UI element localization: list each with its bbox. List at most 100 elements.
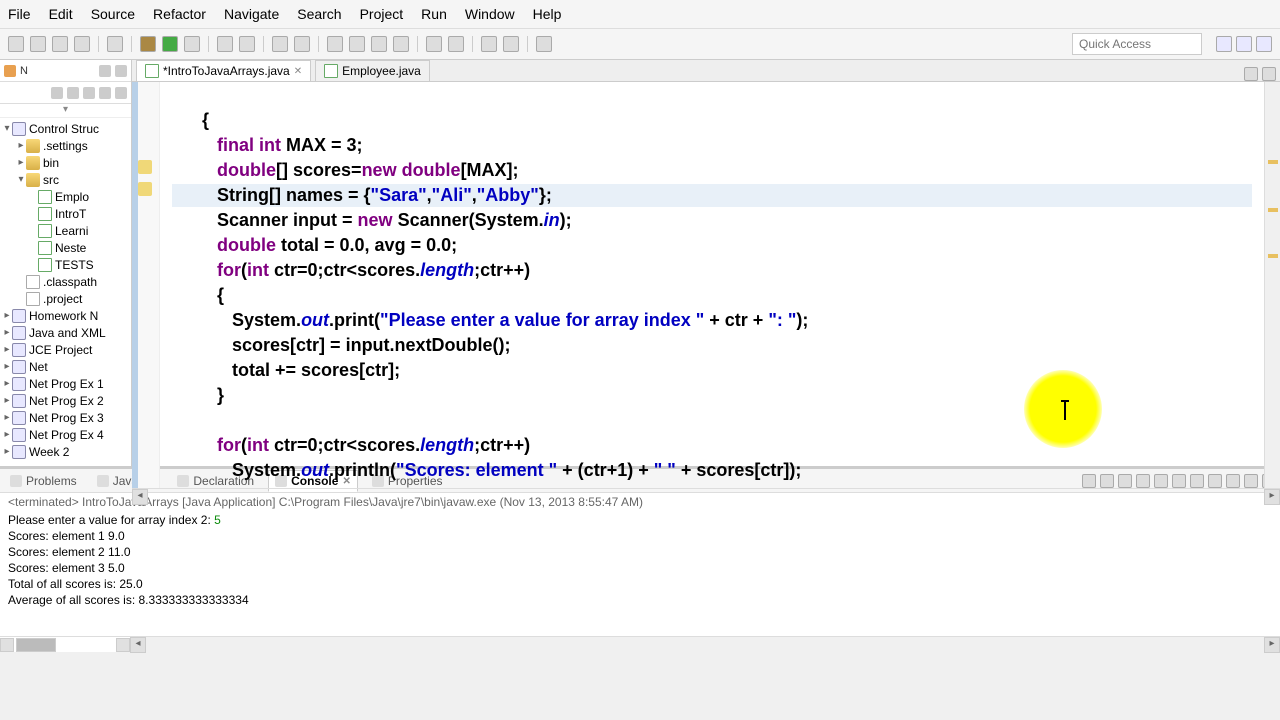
fwd-nav-icon[interactable] [67,87,79,99]
tree-item[interactable]: TESTS [2,256,129,273]
tree-toggle-icon[interactable]: ▸ [16,140,26,151]
tree-item[interactable]: ▸Net Prog Ex 2 [2,392,129,409]
print-icon[interactable] [74,36,90,52]
tree-toggle-icon[interactable]: ▸ [2,361,12,372]
tree-item[interactable]: IntroT [2,205,129,222]
java-icon [38,224,52,238]
tree-item[interactable]: ▸Week 2 [2,443,129,460]
scroll-right-icon[interactable]: ▸ [1264,489,1280,505]
tree-toggle-icon[interactable]: ▸ [2,429,12,440]
project-tree[interactable]: ▾Control Struc▸.settings▸bin▾srcEmploInt… [0,118,131,466]
debug-icon[interactable] [140,36,156,52]
tree-toggle-icon[interactable]: ▸ [2,412,12,423]
tree-item[interactable]: ▸Net Prog Ex 3 [2,409,129,426]
quick-access-input[interactable] [1072,33,1202,55]
navigator-icon[interactable] [4,65,16,77]
scroll-right-icon[interactable] [116,638,130,652]
tree-item[interactable]: ▾Control Struc [2,120,129,137]
view-menu-icon[interactable] [115,87,127,99]
tree-item[interactable]: ▸Homework N [2,307,129,324]
forward-icon[interactable] [503,36,519,52]
tab-problems[interactable]: Problems [4,471,83,491]
scroll-right-icon[interactable]: ▸ [1264,637,1280,653]
tree-item[interactable]: ▸JCE Project [2,341,129,358]
scroll-left-icon[interactable]: ◂ [130,637,146,653]
console-output[interactable]: Please enter a value for array index 2: … [0,511,1280,636]
tree-toggle-icon[interactable]: ▸ [2,327,12,338]
back-icon[interactable] [481,36,497,52]
back-nav-icon[interactable] [51,87,63,99]
save-all-icon[interactable] [52,36,68,52]
prev-annotation-icon[interactable] [448,36,464,52]
code-content[interactable]: { final int MAX = 3; double[] scores=new… [160,82,1264,488]
menu-window[interactable]: Window [465,6,515,22]
collapse-all-icon[interactable] [83,87,95,99]
tree-toggle-icon[interactable]: ▸ [2,344,12,355]
show-whitespace-icon[interactable] [371,36,387,52]
maximize-editor-icon[interactable] [1262,67,1276,81]
pin-icon[interactable] [536,36,552,52]
tree-item[interactable]: .project [2,290,129,307]
tree-item[interactable]: ▾src [2,171,129,188]
menu-edit[interactable]: Edit [49,6,73,22]
tree-item[interactable]: ▸.settings [2,137,129,154]
close-icon[interactable]: ✕ [294,66,302,77]
tab-employee[interactable]: Employee.java [315,60,430,81]
menu-refactor[interactable]: Refactor [153,6,206,22]
tree-toggle-icon[interactable]: ▸ [2,446,12,457]
link-editor-icon[interactable] [99,87,111,99]
tree-item[interactable]: ▸Net [2,358,129,375]
scroll-thumb[interactable] [16,638,56,652]
java-perspective-icon[interactable] [1236,36,1252,52]
run-last-icon[interactable] [184,36,200,52]
tree-item[interactable]: ▸bin [2,154,129,171]
scroll-left-icon[interactable]: ◂ [132,489,148,505]
menu-source[interactable]: Source [91,6,135,22]
toggle-mark-icon[interactable] [327,36,343,52]
tree-toggle-icon[interactable]: ▸ [2,378,12,389]
tab-introtojavaarrays[interactable]: *IntroToJavaArrays.java ✕ [136,60,311,81]
open-type-icon[interactable] [272,36,288,52]
menu-search[interactable]: Search [297,6,341,22]
editor-hscrollbar[interactable]: ◂ ▸ [132,488,1280,489]
dropdown-arrow-icon[interactable]: ▾ [0,104,131,118]
warning-marker-icon[interactable] [138,160,152,174]
debug-perspective-icon[interactable] [1256,36,1272,52]
perspective-switcher [1216,36,1272,52]
toggle-block-icon[interactable] [349,36,365,52]
tree-item[interactable]: ▸Net Prog Ex 4 [2,426,129,443]
overview-ruler[interactable] [1264,82,1280,488]
scroll-left-icon[interactable] [0,638,14,652]
tree-toggle-icon[interactable]: ▸ [16,157,26,168]
tree-item[interactable]: ▸Net Prog Ex 1 [2,375,129,392]
tree-toggle-icon[interactable]: ▾ [2,123,12,134]
maximize-icon[interactable] [115,65,127,77]
menu-navigate[interactable]: Navigate [224,6,279,22]
minimize-icon[interactable] [99,65,111,77]
menu-run[interactable]: Run [421,6,447,22]
menu-file[interactable]: File [8,6,31,22]
new-icon[interactable] [8,36,24,52]
tree-toggle-icon[interactable]: ▾ [16,174,26,185]
tree-toggle-icon[interactable]: ▸ [2,395,12,406]
run-icon[interactable] [162,36,178,52]
next-annotation-icon[interactable] [426,36,442,52]
tree-item[interactable]: Learni [2,222,129,239]
search-icon[interactable] [294,36,310,52]
tree-item[interactable]: Emplo [2,188,129,205]
new-class-icon[interactable] [239,36,255,52]
tree-item[interactable]: .classpath [2,273,129,290]
build-icon[interactable] [107,36,123,52]
open-perspective-icon[interactable] [1216,36,1232,52]
annotation-icon[interactable] [393,36,409,52]
tree-item[interactable]: Neste [2,239,129,256]
tree-toggle-icon[interactable]: ▸ [2,310,12,321]
code-editor[interactable]: { final int MAX = 3; double[] scores=new… [132,82,1280,488]
tree-item[interactable]: ▸Java and XML [2,324,129,341]
save-icon[interactable] [30,36,46,52]
new-package-icon[interactable] [217,36,233,52]
menu-help[interactable]: Help [533,6,562,22]
menu-project[interactable]: Project [360,6,404,22]
warning-marker-icon[interactable] [138,182,152,196]
minimize-editor-icon[interactable] [1244,67,1258,81]
